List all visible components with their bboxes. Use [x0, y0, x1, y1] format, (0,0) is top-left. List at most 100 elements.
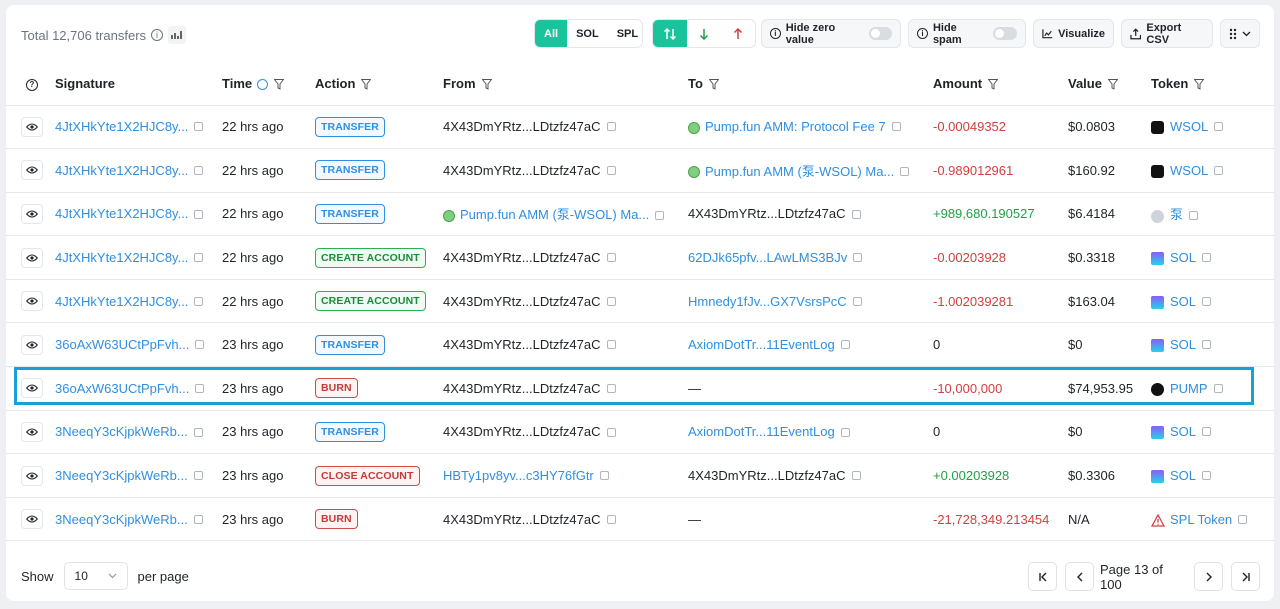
copy-icon[interactable] [606, 514, 616, 524]
signature-link[interactable]: 36oAxW63UCtPpFvh... [55, 381, 189, 396]
copy-icon[interactable] [606, 296, 616, 306]
to-address[interactable]: 62DJk65pfv...LAwLMS3BJv [688, 250, 847, 265]
copy-icon[interactable] [840, 340, 850, 350]
signature-link[interactable]: 4JtXHkYte1X2HJC8y... [55, 119, 188, 134]
copy-icon[interactable] [606, 427, 616, 437]
copy-icon[interactable] [1213, 383, 1223, 393]
token-link[interactable]: SPL Token [1170, 512, 1232, 527]
copy-icon[interactable] [194, 253, 204, 263]
signature-link[interactable]: 3NeeqY3cKjpkWeRb... [55, 512, 188, 527]
first-page-button[interactable] [1028, 562, 1057, 591]
eye-icon[interactable] [21, 421, 43, 442]
copy-icon[interactable] [194, 165, 204, 175]
from-address[interactable]: Pump.fun AMM (泵-WSOL) Ma... [460, 207, 649, 222]
filter-icon[interactable] [708, 78, 719, 90]
token-link[interactable]: SOL [1170, 294, 1196, 309]
copy-icon[interactable] [900, 166, 910, 176]
direction-in-button[interactable] [687, 20, 721, 47]
last-page-button[interactable] [1231, 562, 1260, 591]
export-csv-button[interactable]: Export CSV [1121, 19, 1213, 48]
filter-icon[interactable] [1107, 78, 1118, 90]
copy-icon[interactable] [1202, 427, 1212, 437]
signature-link[interactable]: 3NeeqY3cKjpkWeRb... [55, 468, 188, 483]
eye-icon[interactable] [21, 509, 43, 530]
copy-icon[interactable] [1202, 471, 1212, 481]
copy-icon[interactable] [852, 296, 862, 306]
signature-link[interactable]: 4JtXHkYte1X2HJC8y... [55, 250, 188, 265]
eye-icon[interactable] [21, 291, 43, 312]
token-link[interactable]: WSOL [1170, 163, 1208, 178]
filter-icon[interactable] [361, 78, 372, 90]
copy-icon[interactable] [195, 383, 205, 393]
copy-icon[interactable] [1189, 210, 1199, 220]
copy-icon[interactable] [606, 340, 616, 350]
help-icon[interactable]: ? [26, 79, 38, 92]
filter-spl-button[interactable]: SPL [608, 20, 642, 47]
eye-icon[interactable] [21, 203, 43, 224]
token-link[interactable]: SOL [1170, 337, 1196, 352]
from-address[interactable]: HBTy1pv8yv...c3HY76fGtr [443, 468, 594, 483]
eye-icon[interactable] [21, 378, 43, 399]
filter-all-button[interactable]: All [535, 20, 568, 47]
signature-link[interactable]: 4JtXHkYte1X2HJC8y... [55, 206, 188, 221]
next-page-button[interactable] [1194, 562, 1223, 591]
copy-icon[interactable] [1214, 165, 1224, 175]
filter-icon[interactable] [988, 78, 999, 90]
copy-icon[interactable] [606, 122, 616, 132]
token-link[interactable]: 泵 [1170, 207, 1183, 222]
info-icon[interactable]: i [151, 29, 164, 41]
copy-icon[interactable] [1214, 122, 1224, 132]
prev-page-button[interactable] [1065, 562, 1094, 591]
signature-link[interactable]: 3NeeqY3cKjpkWeRb... [55, 424, 188, 439]
copy-icon[interactable] [606, 383, 616, 393]
copy-icon[interactable] [840, 427, 850, 437]
signature-link[interactable]: 4JtXHkYte1X2HJC8y... [55, 163, 188, 178]
copy-icon[interactable] [599, 471, 609, 481]
copy-icon[interactable] [853, 253, 863, 263]
eye-icon[interactable] [21, 247, 43, 268]
copy-icon[interactable] [1202, 253, 1212, 263]
signature-link[interactable]: 36oAxW63UCtPpFvh... [55, 337, 189, 352]
eye-icon[interactable] [21, 160, 43, 181]
copy-icon[interactable] [655, 210, 665, 220]
filter-icon[interactable] [1194, 78, 1205, 90]
copy-icon[interactable] [1202, 340, 1212, 350]
copy-icon[interactable] [851, 471, 861, 481]
copy-icon[interactable] [193, 514, 203, 524]
to-address[interactable]: AxiomDotTr...11EventLog [688, 424, 835, 439]
token-link[interactable]: PUMP [1170, 381, 1208, 396]
direction-both-button[interactable] [653, 20, 687, 47]
eye-icon[interactable] [21, 334, 43, 355]
copy-icon[interactable] [851, 209, 861, 219]
token-link[interactable]: SOL [1170, 468, 1196, 483]
copy-icon[interactable] [194, 122, 204, 132]
token-link[interactable]: WSOL [1170, 119, 1208, 134]
chart-icon[interactable] [168, 26, 187, 44]
copy-icon[interactable] [194, 296, 204, 306]
to-address[interactable]: Pump.fun AMM (泵-WSOL) Ma... [705, 164, 894, 179]
copy-icon[interactable] [1238, 514, 1248, 524]
token-link[interactable]: SOL [1170, 250, 1196, 265]
clock-icon[interactable] [257, 78, 269, 90]
to-address[interactable]: Pump.fun AMM: Protocol Fee 7 [705, 119, 886, 134]
copy-icon[interactable] [193, 427, 203, 437]
copy-icon[interactable] [891, 122, 901, 132]
copy-icon[interactable] [1202, 296, 1212, 306]
hide-spam-toggle[interactable]: i Hide spam [908, 19, 1026, 48]
direction-out-button[interactable] [721, 20, 755, 47]
to-address[interactable]: Hmnedy1fJv...GX7VsrsPcC [688, 294, 847, 309]
column-settings-button[interactable] [1220, 19, 1260, 48]
eye-icon[interactable] [21, 465, 43, 486]
copy-icon[interactable] [606, 165, 616, 175]
filter-sol-button[interactable]: SOL [567, 20, 608, 47]
visualize-button[interactable]: Visualize [1033, 19, 1114, 48]
to-address[interactable]: AxiomDotTr...11EventLog [688, 337, 835, 352]
copy-icon[interactable] [606, 253, 616, 263]
signature-link[interactable]: 4JtXHkYte1X2HJC8y... [55, 294, 188, 309]
copy-icon[interactable] [195, 340, 205, 350]
token-link[interactable]: SOL [1170, 424, 1196, 439]
hide-zero-toggle[interactable]: i Hide zero value [761, 19, 901, 48]
copy-icon[interactable] [193, 471, 203, 481]
filter-icon[interactable] [274, 78, 285, 90]
eye-icon[interactable] [21, 116, 43, 137]
